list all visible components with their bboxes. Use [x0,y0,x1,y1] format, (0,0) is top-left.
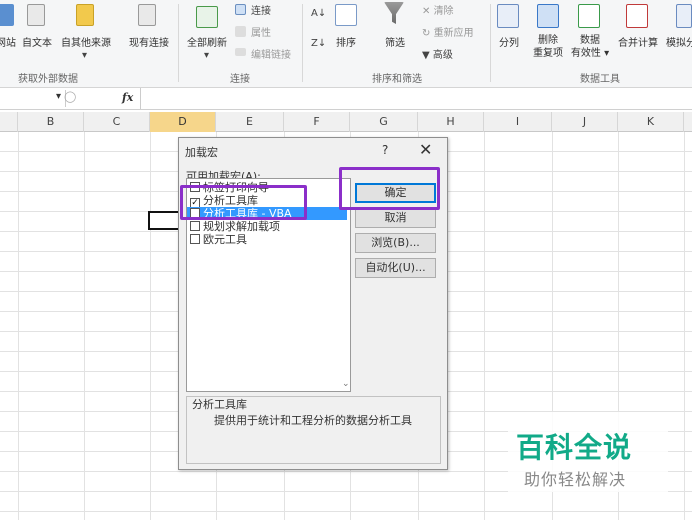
sort-box-icon[interactable] [335,4,357,26]
validation-label-2: 有效性 [570,48,601,59]
gridline [484,132,485,520]
checkbox[interactable] [190,234,200,244]
sort-button[interactable]: 排序 [330,34,362,49]
refresh-all-icon [196,6,218,28]
from-web-button[interactable]: 自网站 [0,34,16,49]
data-validation-button[interactable]: 数据 有效性 ▾ [570,34,610,60]
remove-duplicates-icon [537,4,559,28]
text-file-icon [27,4,45,26]
group-label-sort-filter: 排序和筛选 [372,74,422,85]
column-header-e[interactable]: E [216,112,284,132]
watermark-title: 百科全说 [516,431,633,464]
name-box-dropdown-icon[interactable]: ▾ [56,91,61,102]
separator [490,4,491,82]
column-header-d[interactable]: D [150,112,216,132]
gridline [84,132,85,520]
highlight-box-ok [339,167,440,210]
help-button[interactable]: ? [382,143,388,157]
highlight-box-addin [180,185,307,220]
column-header-h[interactable]: H [418,112,484,132]
what-if-button[interactable]: 模拟分 [666,34,692,49]
existing-connections-button[interactable]: 现有连接 [124,34,174,49]
formula-bar: ▾ ◯ fx [0,88,692,110]
formula-input[interactable] [140,88,692,109]
dialog-title: 加载宏 [185,146,218,159]
formula-circle-icon: ◯ [64,90,77,103]
close-icon[interactable]: ✕ [419,140,432,159]
dropdown-arrow-icon: ▾ [82,50,88,61]
gridline [18,132,19,520]
edit-links-icon [235,48,246,56]
group-label-external-data: 获取外部数据 [18,74,78,85]
separator [178,4,179,82]
existing-connections-icon [138,4,156,26]
connections-link[interactable]: 连接 [251,2,271,17]
gridline [684,132,685,520]
addin-label: 欧元工具 [203,233,247,246]
edit-links-link[interactable]: 编辑链接 [251,46,291,61]
connections-icon [235,4,246,15]
remove-dup-label-1: 删除 [538,35,558,46]
column-header-c[interactable]: C [84,112,150,132]
group-label-data-tools: 数据工具 [580,74,620,85]
consolidate-icon [626,4,648,28]
checkbox[interactable] [190,221,200,231]
list-item[interactable]: 欧元工具 [190,233,350,246]
column-header-j[interactable]: J [552,112,618,132]
what-if-icon [676,4,692,28]
group-label-connections: 连接 [230,74,250,85]
reapply-button[interactable]: ↻ 重新应用 [422,24,474,39]
dropdown-arrow-icon: ▾ [204,50,210,61]
description-box [186,396,441,464]
cancel-button[interactable]: 取消 [355,208,436,228]
properties-icon [235,26,246,37]
sort-asc-icon[interactable]: A↓ [311,8,326,19]
data-validation-icon [578,4,600,28]
scroll-down-icon[interactable]: ⌄ [342,379,350,389]
column-header-g[interactable]: G [350,112,418,132]
watermark-subtitle: 助你轻松解决 [524,470,627,489]
properties-link[interactable]: 属性 [251,24,271,39]
gridline [150,132,151,520]
from-other-sources-button[interactable]: 自其他来源 [56,34,116,49]
automation-button[interactable]: 自动化(U)... [355,258,436,278]
row-header-corner[interactable] [0,112,18,132]
from-text-button[interactable]: 自文本 [19,34,55,49]
advanced-label: 高级 [432,50,453,61]
filter-funnel-icon [384,2,404,24]
consolidate-button[interactable]: 合并计算 [614,34,662,49]
remove-duplicates-button[interactable]: 删除 重复项 [530,34,566,60]
text-to-columns-button[interactable]: 分列 [494,34,524,49]
other-sources-icon [76,4,94,26]
clear-filter-button[interactable]: ✕ 清除 [422,2,454,17]
column-header-b[interactable]: B [18,112,84,132]
browse-button[interactable]: 浏览(B)... [355,233,436,253]
list-item[interactable]: 规划求解加载项 [190,220,350,233]
clear-label: 清除 [433,6,454,17]
refresh-all-button[interactable]: 全部刷新 [183,34,231,49]
sort-desc-icon[interactable]: Z↓ [311,38,326,49]
fx-icon[interactable]: fx [122,91,133,104]
column-headers: B C D E F G H I J K [0,112,692,132]
column-header-f[interactable]: F [284,112,350,132]
column-header-k[interactable]: K [618,112,684,132]
filter-button[interactable]: 筛选 [378,34,412,49]
separator [302,4,303,82]
remove-dup-label-2: 重复项 [533,48,563,59]
web-icon [0,4,14,26]
addin-label: 规划求解加载项 [203,220,280,233]
validation-label-1: 数据 [580,35,600,46]
text-to-columns-icon [497,4,519,28]
description-text: 提供用于统计和工程分析的数据分析工具 [214,414,412,427]
reapply-label: 重新应用 [433,28,474,39]
advanced-filter-button[interactable]: ▼ 高级 [422,46,453,61]
column-header-i[interactable]: I [484,112,552,132]
ribbon: 自网站 自文本 自其他来源 ▾ 现有连接 获取外部数据 全部刷新 ▾ 连接 属性… [0,0,692,88]
